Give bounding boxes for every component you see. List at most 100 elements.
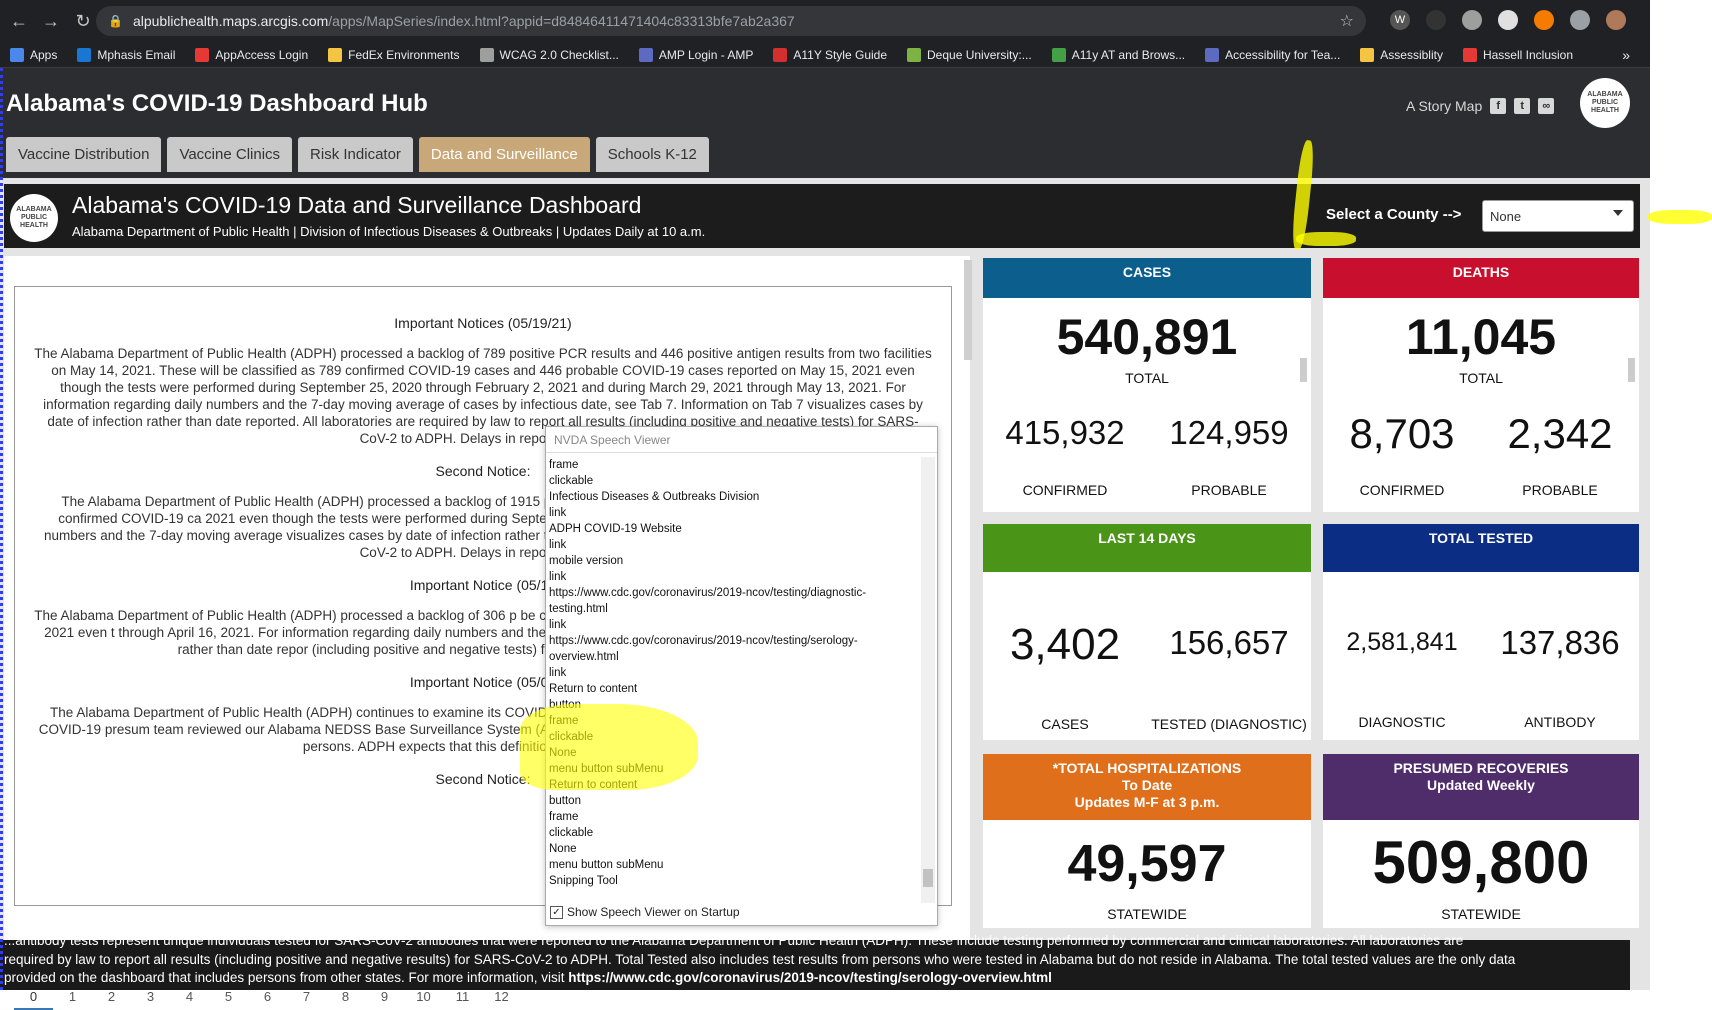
bookmark-icon [1051, 47, 1066, 62]
bookmark-item[interactable]: A11Y Style Guide [773, 47, 887, 62]
nvda-startup-option[interactable]: ✓ Show Speech Viewer on Startup [550, 905, 740, 919]
nvda-output-line: Return to content [549, 683, 638, 695]
facebook-icon[interactable]: f [1490, 98, 1507, 114]
bookmark-icon [638, 47, 653, 62]
tested-diagnostic-label: DIAGNOSTIC [1358, 714, 1446, 730]
county-select-label: Select a County --> [1326, 206, 1462, 223]
cases-probable-value: 124,959 [1169, 414, 1289, 451]
bookmark-star-icon[interactable]: ☆ [1340, 11, 1354, 31]
nvda-output-line: Snipping Tool [549, 875, 618, 887]
tab-risk-indicator[interactable]: Risk Indicator [298, 137, 413, 172]
checkbox-checked-icon[interactable]: ✓ [550, 905, 563, 919]
hospitalizations-value: 49,597 [1067, 835, 1227, 893]
nvda-title: NVDA Speech Viewer [546, 427, 937, 453]
tested-antibody-label: ANTIBODY [1524, 714, 1596, 730]
url-path: /apps/MapSeries/index.html?appid=d848464… [328, 13, 795, 29]
bookmark-item[interactable]: WCAG 2.0 Checklist... [479, 47, 619, 62]
bookmark-item[interactable]: A11y AT and Brows... [1051, 47, 1186, 62]
hospitalizations-subtitle: To Date [1121, 777, 1173, 793]
bookmark-icon [907, 47, 922, 62]
story-tabs: Vaccine Distribution Vaccine Clinics Risk … [6, 137, 709, 172]
nvda-output-list[interactable]: frame clickable Infectious Diseases & Outb… [549, 457, 919, 897]
browser-menu-icon[interactable]: ⋮ [1642, 10, 1662, 30]
bookmarks-overflow-icon[interactable]: » [1622, 47, 1630, 63]
extension-shield-icon[interactable] [1462, 10, 1482, 30]
notices-scrollbar[interactable] [964, 260, 972, 360]
bookmark-item[interactable]: Mphasis Email [77, 47, 176, 62]
reload-icon[interactable]: ↻ [70, 8, 96, 34]
last14-cases-value: 3,402 [1009, 620, 1121, 669]
bookmark-item[interactable]: Apps [10, 47, 57, 62]
last14-card: LAST 14 DAYS 3,402 156,657 CASES TESTED … [983, 524, 1311, 740]
nvda-output-line: ADPH COVID-19 Website [549, 523, 682, 535]
bookmark-icon [10, 47, 24, 62]
back-icon[interactable]: ← [6, 8, 32, 34]
tested-diagnostic-value: 2,581,841 [1346, 628, 1458, 656]
tab-data-and-surveillance[interactable]: Data and Surveillance [418, 137, 590, 172]
app-title: Alabama's COVID-19 Dashboard Hub [6, 90, 428, 117]
county-select-value: None [1490, 208, 1522, 224]
cases-confirmed-value: 415,932 [1005, 414, 1125, 451]
bookmark-label: A11y AT and Brows... [1071, 47, 1186, 62]
tab-schools-k-12[interactable]: Schools K-12 [595, 137, 709, 172]
url-host: alpublichealth.maps.arcgis.com [132, 13, 329, 29]
bookmark-item[interactable]: AMP Login - AMP [638, 47, 754, 62]
nvda-output-line: link [549, 667, 567, 679]
recoveries-value: 509,800 [1372, 829, 1590, 896]
bookmark-label: AMP Login - AMP [658, 47, 754, 62]
bookmarks-bar: Apps Mphasis Email AppAccess Login FedEx En… [0, 42, 1650, 68]
extensions-puzzle-icon[interactable] [1570, 10, 1590, 30]
deaths-probable-value: 2,342 [1507, 410, 1613, 457]
twitter-icon[interactable]: t [1514, 98, 1531, 114]
deaths-total-value: 11,045 [1405, 309, 1557, 365]
extension-w-icon[interactable]: W [1390, 10, 1410, 30]
extension-circle-icon[interactable] [1426, 10, 1446, 30]
deaths-scrollbar[interactable] [1628, 358, 1635, 382]
cases-confirmed-label: CONFIRMED [1022, 482, 1108, 498]
nvda-output-line: frame [549, 459, 579, 471]
address-bar[interactable]: 🔒 alpublichealth.maps.arcgis.com /apps/M… [96, 6, 1366, 36]
bookmark-item[interactable]: Hassell Inclusion [1462, 47, 1573, 62]
nvda-output-line: https://www.cdc.gov/coronavirus/2019-nco… [549, 635, 858, 663]
tab-vaccine-distribution[interactable]: Vaccine Distribution [6, 137, 162, 172]
nvda-output-line: link [549, 539, 567, 551]
extension-orange-icon[interactable] [1534, 10, 1554, 30]
bookmark-icon [1360, 47, 1375, 62]
forward-icon[interactable]: → [38, 8, 64, 34]
dashboard-logo: ALABAMA PUBLIC HEALTH [10, 194, 58, 242]
bookmark-label: AppAccess Login [215, 47, 309, 62]
story-map-label: A Story Map [1406, 98, 1483, 114]
browser-toolbar: ← → ↻ 🔒 alpublichealth.maps.arcgis.com /… [0, 0, 1660, 42]
bookmark-label: Mphasis Email [97, 47, 176, 62]
hospitalizations-label: STATEWIDE [1107, 906, 1187, 922]
bookmark-item[interactable]: Deque University:... [907, 47, 1032, 62]
nvda-output-line: link [549, 571, 567, 583]
nvda-scroll-thumb[interactable] [923, 869, 933, 887]
hospitalizations-update-note: Updates M-F at 3 p.m. [1074, 794, 1220, 810]
link-icon[interactable]: ∞ [1538, 98, 1555, 114]
cases-card: CASES 540,891 TOTAL 415,932 124,959 CONF… [983, 258, 1311, 512]
adph-logo: ALABAMA PUBLIC HEALTH [1580, 78, 1630, 128]
last14-card-header: LAST 14 DAYS [983, 524, 1311, 572]
deaths-confirmed-label: CONFIRMED [1359, 482, 1445, 498]
bookmark-item[interactable]: Accessibility for Tea... [1205, 47, 1340, 62]
county-select[interactable]: None [1482, 200, 1634, 232]
nvda-output-line: clickable [549, 475, 594, 487]
highlight-mark [1296, 232, 1356, 246]
nvda-scrollbar[interactable] [921, 457, 935, 903]
tab-vaccine-clinics[interactable]: Vaccine Clinics [167, 137, 293, 172]
notice-heading: Important Notices (05/19/21) [394, 315, 572, 331]
bookmark-item[interactable]: AppAccess Login [195, 47, 309, 62]
bookmark-item[interactable]: FedEx Environments [328, 47, 460, 62]
profile-avatar[interactable] [1606, 10, 1626, 30]
nvda-startup-label: Show Speech Viewer on Startup [567, 905, 740, 919]
highlight-mark [1648, 210, 1712, 224]
bookmark-item[interactable]: Assessiblity [1360, 47, 1443, 62]
extension-pocket-icon[interactable] [1498, 10, 1518, 30]
deaths-probable-label: PROBABLE [1522, 482, 1598, 498]
hospitalizations-card-header: *TOTAL HOSPITALIZATIONS To Date Updates … [983, 754, 1311, 820]
cases-scrollbar[interactable] [1300, 358, 1307, 382]
recoveries-label: STATEWIDE [1441, 906, 1521, 922]
serology-link[interactable]: https://www.cdc.gov/coronavirus/2019-nco… [568, 970, 1052, 985]
cases-total-label: TOTAL [1125, 370, 1169, 386]
